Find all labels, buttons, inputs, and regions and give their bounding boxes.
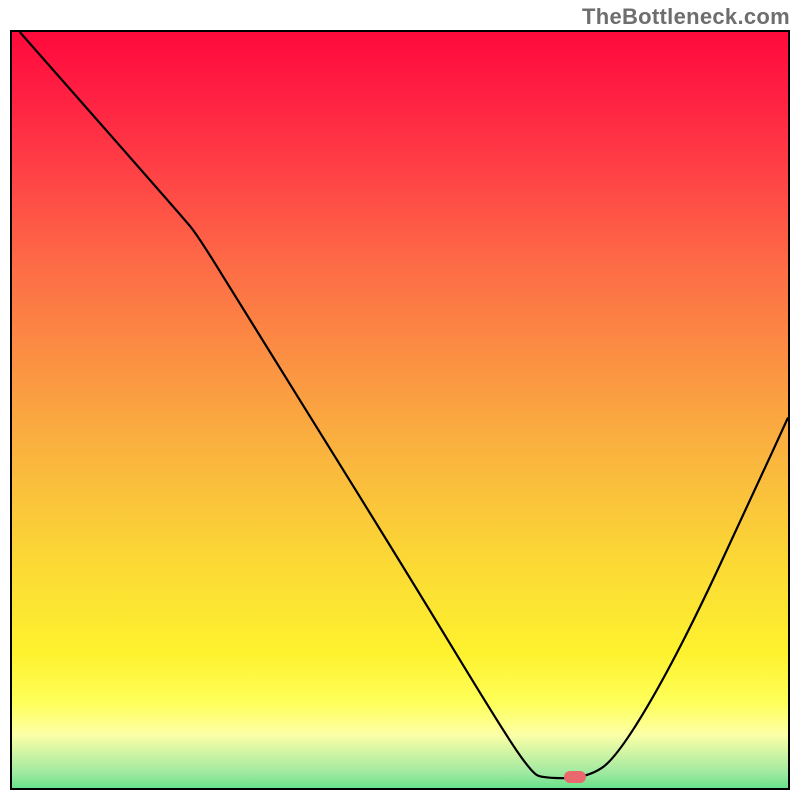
data-curve <box>12 32 788 788</box>
plot-area <box>10 30 790 790</box>
watermark-text: TheBottleneck.com <box>582 4 790 30</box>
chart-stage: TheBottleneck.com <box>0 0 800 800</box>
optimal-point-marker <box>564 771 586 783</box>
